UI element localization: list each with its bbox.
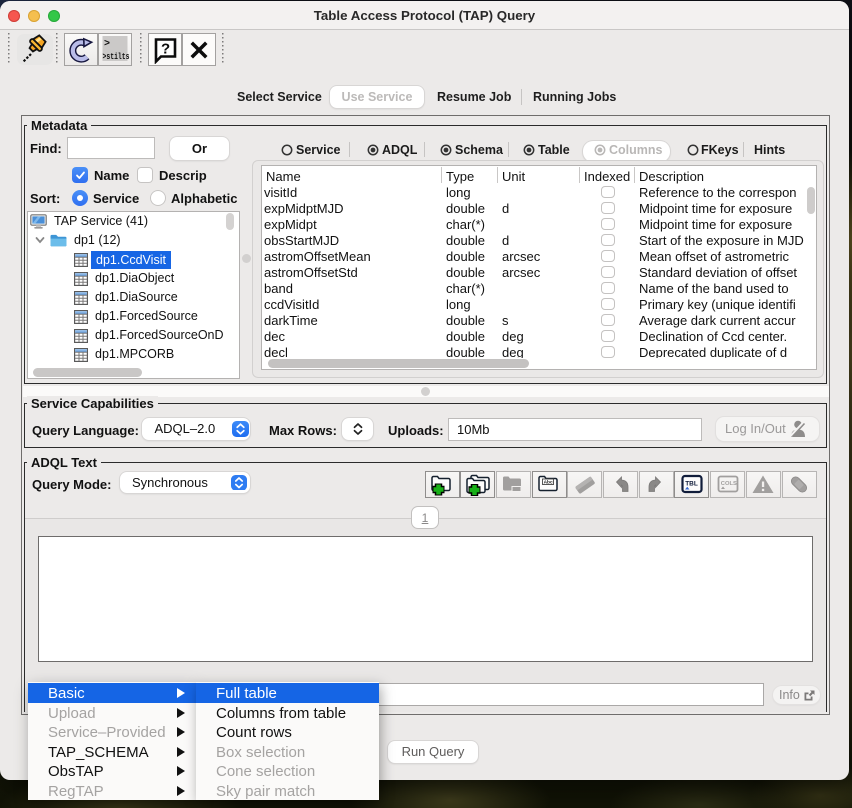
svg-text:>stilts: >stilts xyxy=(103,51,130,62)
svg-text:Abc: Abc xyxy=(544,480,553,486)
svg-text:>: > xyxy=(104,39,110,50)
svg-text:COLS: COLS xyxy=(720,481,736,487)
svg-text:TBL: TBL xyxy=(685,481,698,488)
svg-text:?: ? xyxy=(161,40,170,57)
